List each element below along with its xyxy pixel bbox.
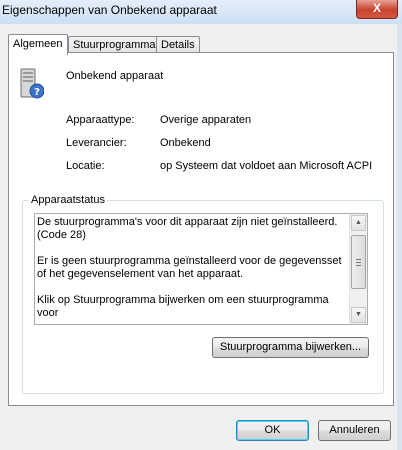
close-button[interactable]: X	[356, 0, 398, 19]
properties-dialog: Algemeen Stuurprogramma Details ? Onbeke…	[0, 24, 402, 450]
scroll-down-arrow-icon[interactable]: ▼	[351, 307, 366, 323]
device-name: Onbekend apparaat	[66, 70, 164, 82]
window-border	[397, 24, 402, 450]
svg-text:?: ?	[34, 87, 40, 98]
device-status-group: Apparaatstatus De stuurprogramma's voor …	[22, 194, 384, 394]
cancel-button[interactable]: Annuleren	[318, 420, 391, 441]
title-bar[interactable]: Eigenschappen van Onbekend apparaat X	[0, 0, 402, 25]
manufacturer-value: Onbekend	[160, 137, 211, 149]
location-value: op Systeem dat voldoet aan Microsoft ACP…	[160, 160, 373, 172]
general-tab-panel: ? Onbekend apparaat Apparaattype: Overig…	[8, 52, 394, 406]
device-status-textbox[interactable]: De stuurprogramma's voor dit apparaat zi…	[34, 213, 368, 325]
manufacturer-label: Leverancier:	[66, 137, 127, 149]
scrollbar-thumb[interactable]	[351, 235, 366, 289]
device-type-value: Overige apparaten	[160, 114, 252, 126]
device-status-label: Apparaatstatus	[29, 194, 107, 206]
window-title: Eigenschappen van Onbekend apparaat	[2, 3, 217, 17]
ok-button[interactable]: OK	[236, 420, 309, 441]
tab-algemeen[interactable]: Algemeen	[8, 34, 68, 55]
status-scrollbar[interactable]: ▲ ▼	[349, 214, 367, 324]
scroll-up-arrow-icon[interactable]: ▲	[351, 215, 366, 231]
status-paragraph: Er is geen stuurprogramma geïnstalleerd …	[37, 255, 342, 280]
unknown-device-icon: ?	[20, 68, 44, 99]
location-label: Locatie:	[66, 160, 105, 172]
status-paragraph: De stuurprogramma's voor dit apparaat zi…	[37, 216, 338, 241]
update-driver-button[interactable]: Stuurprogramma bijwerken...	[212, 337, 369, 358]
status-paragraph: Klik op Stuurprogramma bijwerken om een …	[37, 294, 329, 319]
device-status-text: De stuurprogramma's voor dit apparaat zi…	[37, 216, 347, 333]
device-type-label: Apparaattype:	[66, 114, 135, 126]
